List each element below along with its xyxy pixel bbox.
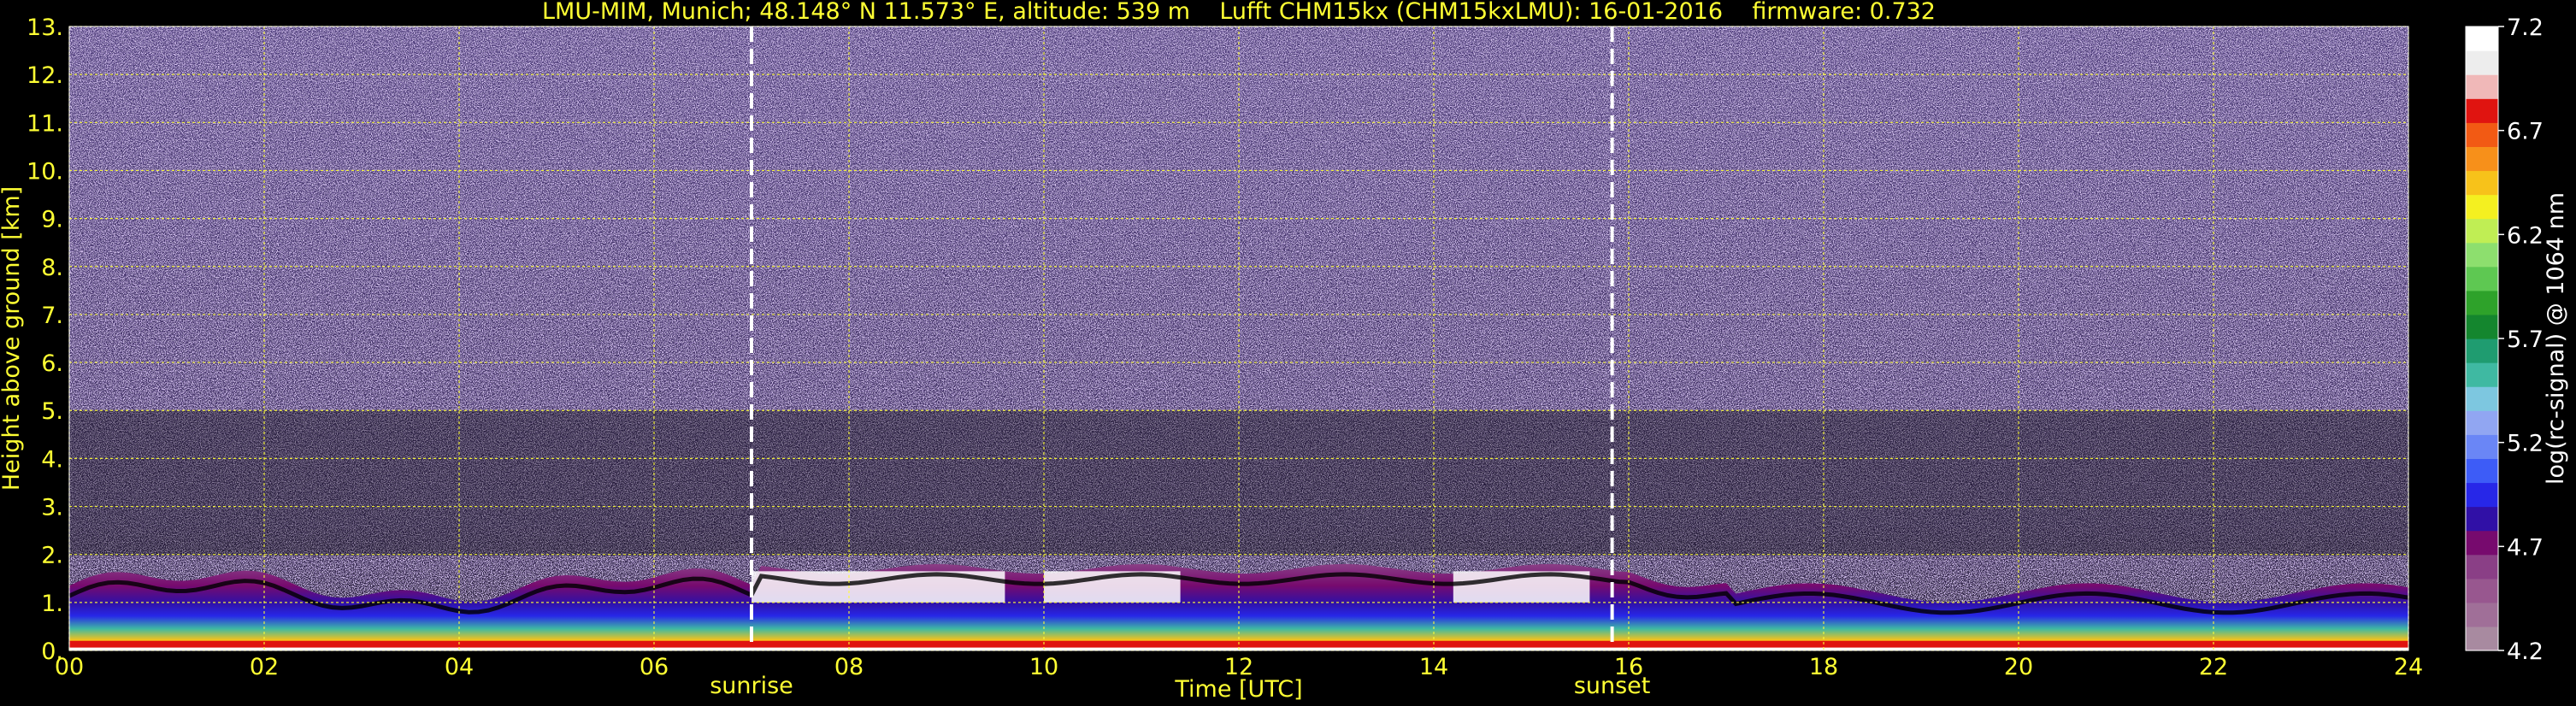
colorbar-swatches (2466, 26, 2498, 651)
colorbar-swatch (2466, 290, 2498, 315)
y-tick-label: 7. (41, 303, 63, 329)
y-axis-label: Height above ground [km] (0, 186, 25, 491)
colorbar-swatch (2466, 578, 2498, 603)
colorbar-swatch (2466, 626, 2498, 651)
colorbar-swatch (2466, 338, 2498, 363)
x-tick-label: 06 (640, 654, 669, 680)
y-tick-label: 12. (27, 62, 63, 89)
colorbar-swatch (2466, 170, 2498, 196)
colorbar-swatch (2466, 506, 2498, 532)
colorbar-tick-label: 4.7 (2507, 534, 2544, 561)
y-tick-label: 11. (27, 110, 63, 137)
colorbar-swatch (2466, 386, 2498, 411)
colorbar-swatch (2466, 554, 2498, 580)
x-tick-label: 20 (2004, 654, 2033, 680)
colorbar-swatch (2466, 266, 2498, 291)
colorbar-swatch (2466, 146, 2498, 172)
colorbar-tick-label: 5.2 (2507, 431, 2544, 457)
x-tick-label: 10 (1029, 654, 1058, 680)
colorbar-swatch (2466, 98, 2498, 123)
x-tick-label: 18 (1809, 654, 1838, 680)
y-tick-label: 2. (41, 543, 63, 569)
colorbar-swatch (2466, 74, 2498, 99)
x-axis-label: Time [UTC] (1174, 676, 1302, 703)
colorbar-swatch (2466, 482, 2498, 508)
colorbar: 4.2 4.7 5.2 5.7 6.2 6.7 7.2 log(rc-signal) @ 1… (2465, 15, 2569, 665)
y-tick-label: 10. (27, 158, 63, 185)
x-tick-label: 24 (2394, 654, 2423, 680)
chart-title: LMU-MIM, Munich; 48.148° N 11.573° E, al… (542, 0, 1936, 25)
ceilometer-plot: 00 02 04 06 08 10 12 14 16 18 20 22 24 0.1.2.3.4.5.6… (0, 0, 2569, 703)
colorbar-tick-label: 7.2 (2507, 15, 2544, 41)
colorbar-tick-label: 6.2 (2507, 222, 2544, 249)
colorbar-swatch (2466, 242, 2498, 268)
colorbar-swatch (2466, 410, 2498, 435)
colorbar-swatch (2466, 50, 2498, 75)
colorbar-swatch (2466, 194, 2498, 220)
event-label-sunrise: sunrise (710, 673, 793, 699)
y-tick-label: 6. (41, 350, 63, 377)
y-tick-label: 13. (27, 15, 63, 41)
colorbar-tick-label: 6.7 (2507, 119, 2544, 145)
y-tick-label: 4. (41, 446, 63, 473)
colorbar-swatch (2466, 458, 2498, 484)
x-tick-label: 22 (2199, 654, 2228, 680)
colorbar-swatch (2466, 218, 2498, 244)
colorbar-tick-label: 4.2 (2507, 638, 2544, 665)
y-tick-label: 5. (41, 398, 63, 425)
colorbar-swatch (2466, 602, 2498, 627)
event-label-sunset: sunset (1574, 673, 1651, 699)
x-tick-label: 08 (834, 654, 864, 680)
colorbar-ticks: 4.2 4.7 5.2 5.7 6.2 6.7 7.2 (2498, 15, 2544, 665)
x-tick-label: 14 (1419, 654, 1448, 680)
y-tick-label: 3. (41, 495, 63, 521)
colorbar-swatch (2466, 362, 2498, 387)
plot-area (68, 26, 2409, 651)
colorbar-swatch (2466, 26, 2498, 51)
colorbar-label: log(rc-signal) @ 1064 nm (2543, 192, 2569, 485)
x-tick-label: 04 (445, 654, 474, 680)
colorbar-swatch (2466, 314, 2498, 339)
y-axis-ticks: 0. 1. 2. 3. 4. 5. 6. 7. 8. 9. 10. 11. 12. 13. (27, 15, 63, 665)
y-tick-label: 1. (41, 591, 63, 617)
x-tick-label: 02 (250, 654, 279, 680)
colorbar-swatch (2466, 530, 2498, 556)
y-tick-label: 8. (41, 255, 63, 281)
colorbar-swatch (2466, 434, 2498, 459)
y-tick-label: 0. (41, 638, 63, 665)
colorbar-swatch (2466, 122, 2498, 147)
colorbar-tick-label: 5.7 (2507, 327, 2544, 353)
y-tick-label: 9. (41, 207, 63, 233)
